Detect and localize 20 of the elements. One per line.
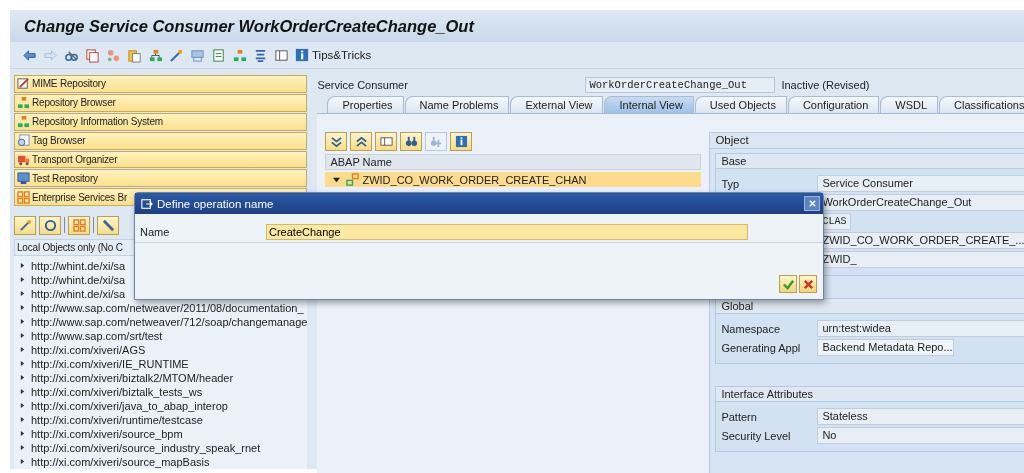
field-value: Service Consumer: [817, 175, 1024, 192]
column-header: ABAP Name: [325, 154, 702, 170]
group-title: Global: [716, 299, 1024, 314]
object-type-label: Service Consumer: [317, 79, 409, 91]
field-label: Generating Appl: [721, 341, 801, 354]
window-title: Change Service Consumer WorkOrderCreateChange_Out: [24, 16, 474, 36]
panel-title: Object: [710, 133, 1024, 149]
field-value: No: [817, 427, 1024, 444]
field-label: Security Level: [721, 429, 791, 442]
group-title: Base: [716, 154, 1024, 169]
dialog-title: Define operation name: [157, 197, 274, 210]
field-label: Namespace: [721, 322, 781, 335]
field-label: Typ: [721, 177, 740, 190]
field-value: Stateless: [817, 408, 1024, 425]
group-title: Interface Attributes: [716, 387, 1024, 402]
field-label: Pattern: [721, 410, 757, 423]
field-value: urn:test:widea: [817, 320, 1024, 337]
field-label: Name: [140, 226, 171, 238]
object-name-field: WorkOrderCreateChange_Out: [585, 77, 776, 93]
status-text: Inactive (Revised): [781, 79, 870, 91]
